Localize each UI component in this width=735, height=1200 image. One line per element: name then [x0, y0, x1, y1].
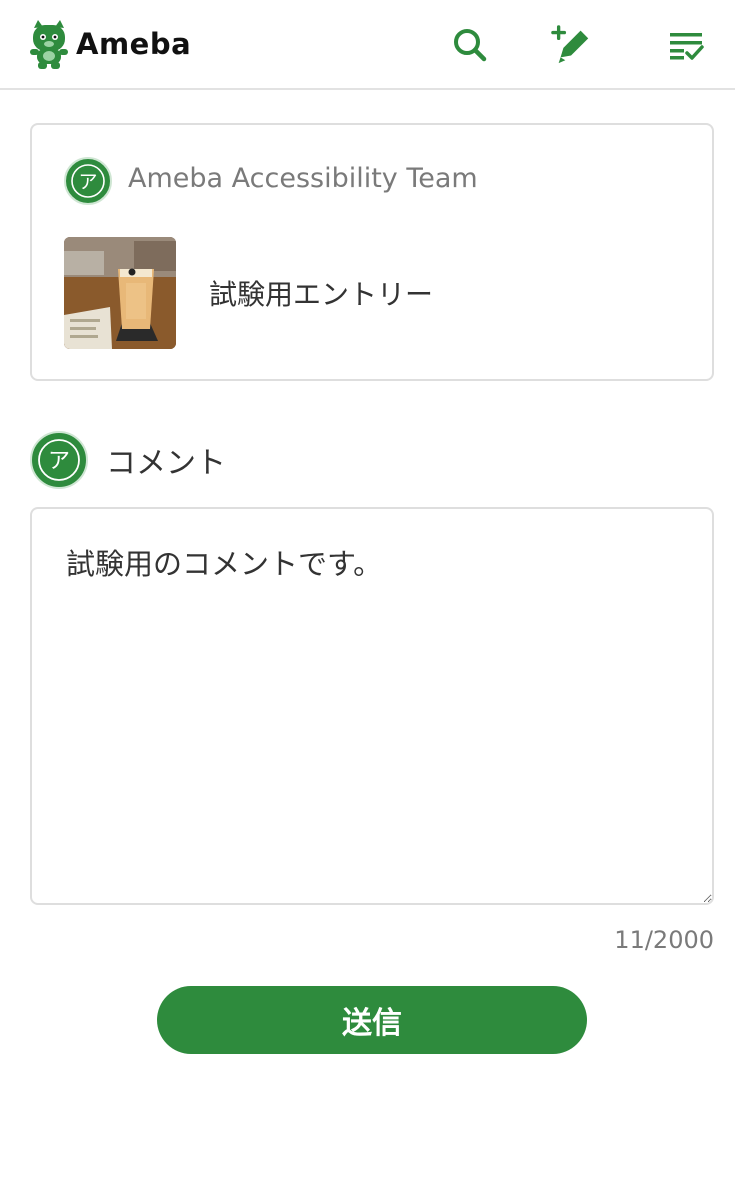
- app-header: Ameba: [0, 0, 735, 90]
- write-post-button[interactable]: [551, 24, 593, 66]
- comment-header: ア コメント: [30, 431, 226, 489]
- submit-button[interactable]: 送信: [157, 986, 587, 1054]
- comment-label: コメント: [106, 446, 226, 481]
- blog-name: Ameba Accessibility Team: [128, 163, 478, 194]
- write-post-icon: [551, 25, 589, 64]
- ameba-logo[interactable]: Ameba: [28, 18, 191, 70]
- search-icon: [454, 29, 487, 62]
- entry-card[interactable]: ア Ameba Accessibility Team 試験用エントリー: [30, 123, 714, 381]
- entry-thumbnail: [64, 237, 176, 349]
- logo-text: Ameba: [76, 27, 192, 61]
- checklist-button[interactable]: [665, 24, 707, 66]
- entry-title: 試験用エントリー: [209, 278, 434, 311]
- ameba-mascot-icon: [30, 20, 68, 69]
- blog-avatar: ア: [64, 157, 112, 205]
- user-avatar-letter: ア: [48, 449, 70, 474]
- search-button[interactable]: [449, 24, 491, 66]
- blog-avatar-letter: ア: [78, 171, 97, 193]
- comment-input[interactable]: 試験用のコメントです。: [30, 507, 714, 905]
- user-avatar: ア: [30, 431, 88, 489]
- checklist-icon: [670, 33, 704, 60]
- character-counter: 11/2000: [614, 926, 714, 954]
